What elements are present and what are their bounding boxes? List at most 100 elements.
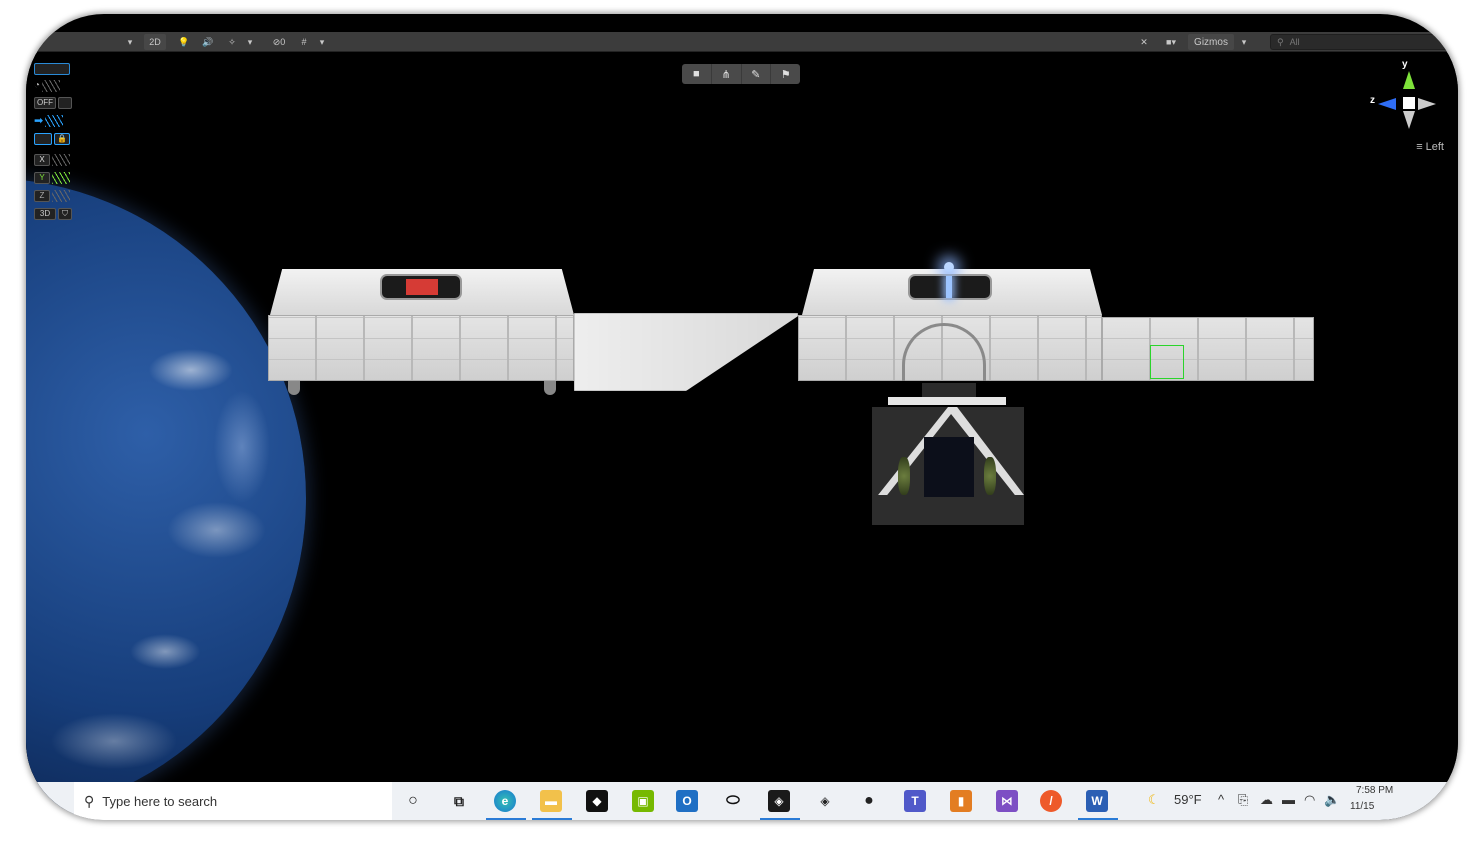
camera-icon[interactable]: ■▾ [1160, 34, 1182, 50]
unity-active-indicator [760, 818, 800, 820]
overlay-toolbar: ■ ⋔ ✎ ⚑ [682, 64, 800, 84]
axis-z-toggle[interactable]: Z [34, 189, 50, 202]
battery-icon[interactable]: ▬ [1282, 792, 1295, 807]
chevron-up-icon[interactable]: ^ [1218, 792, 1224, 807]
panel-top-toggle[interactable] [34, 62, 70, 75]
gizmo-neg-z-cone[interactable] [1418, 98, 1436, 110]
oculus-icon[interactable]: ⬭ [722, 790, 744, 812]
gizmo-z-cone[interactable] [1378, 98, 1396, 110]
lower-deck [888, 397, 1006, 405]
eye-slash-icon: ⊘ [272, 36, 281, 47]
off-switch[interactable] [58, 96, 72, 109]
gizmos-dropdown-icon[interactable]: ▾ [1238, 34, 1250, 50]
app-red-icon[interactable]: / [1040, 790, 1062, 812]
search-icon: ⚲ [1277, 36, 1284, 47]
shield-icon[interactable]: ⛉ [58, 207, 72, 220]
task-view-icon[interactable]: ⧉ [448, 790, 470, 812]
tools-icon[interactable]: ✕ [1136, 34, 1152, 50]
hatch-z-icon [52, 189, 70, 202]
edge-active-indicator [486, 818, 526, 820]
lower-door[interactable] [924, 437, 974, 497]
windows-taskbar: ⚲ Type here to search ○ ⧉ e ▬ ◆ ▣ O ⬭ ◈ … [26, 782, 1458, 820]
outlook-icon[interactable]: O [676, 790, 698, 812]
weather-text[interactable]: 59°F [1174, 792, 1202, 807]
gizmo-center-cube[interactable] [1403, 97, 1415, 109]
visual-studio-icon[interactable]: ⋈ [996, 790, 1018, 812]
module-left-body [268, 315, 574, 381]
beacon-light [944, 262, 954, 272]
taskbar-search-input[interactable]: ⚲ Type here to search [74, 782, 392, 820]
lock-icon[interactable]: 🔒 [54, 132, 70, 145]
grid-dropdown-icon[interactable]: ▾ [316, 34, 328, 50]
blue-light [946, 276, 952, 298]
flag-icon[interactable]: ⚑ [771, 64, 800, 84]
app-icon[interactable]: ◆ [586, 790, 608, 812]
cortana-icon[interactable]: ○ [402, 790, 424, 812]
nodes-icon[interactable]: ⋔ [712, 64, 742, 84]
menu-icon: ≡ [1416, 141, 1423, 153]
scene-search-input[interactable]: ⚲ All [1270, 34, 1450, 50]
axis-x-toggle[interactable]: X [34, 153, 50, 166]
hidden-count: 0 [280, 37, 286, 47]
unity-icon[interactable]: ◈ [768, 790, 790, 812]
word-active-indicator [1078, 818, 1118, 820]
app-orange-icon[interactable]: ▮ [950, 790, 972, 812]
file-explorer-icon[interactable]: ▬ [540, 790, 562, 812]
scene-search-placeholder: All [1289, 37, 1300, 47]
brush-icon[interactable]: ✎ [742, 64, 772, 84]
cube-icon[interactable]: ■ [682, 64, 712, 84]
gizmo-y-label: y [1402, 59, 1408, 70]
gizmo-y-cone[interactable] [1403, 71, 1415, 89]
hatch-y-icon [52, 171, 70, 184]
word-icon[interactable]: W [1086, 790, 1108, 812]
hidden-objects-toggle[interactable]: ⊘ 0 [264, 34, 294, 50]
grid-icon[interactable]: # [296, 34, 312, 50]
axis-y-toggle[interactable]: Y [34, 171, 50, 184]
gizmo-z-label: z [1370, 95, 1375, 106]
meet-icon[interactable]: ⎘ [1238, 792, 1248, 808]
alienware-icon[interactable]: ● [858, 790, 880, 812]
module-left-leg [544, 381, 556, 395]
module-right-window [908, 274, 992, 300]
plant-left [898, 457, 910, 495]
off-toggle[interactable]: OFF [34, 96, 56, 109]
orientation-gizmo[interactable]: y z [1370, 59, 1436, 143]
effects-dropdown-icon[interactable]: ▾ [244, 34, 256, 50]
wifi-icon[interactable]: ◠ [1304, 792, 1315, 808]
view-label-text: Left [1425, 141, 1444, 153]
module-extension [1102, 317, 1314, 381]
edge-icon[interactable]: e [494, 790, 516, 812]
volume-icon[interactable]: 🔈 [1324, 792, 1340, 808]
effects-icon[interactable]: ✧ [224, 34, 240, 50]
selection-outline[interactable] [1150, 345, 1184, 379]
mode-2d-toggle[interactable]: 2D [144, 34, 166, 50]
clock-time[interactable]: 7:58 PM [1356, 785, 1393, 796]
shading-dropdown-icon[interactable]: ▾ [124, 34, 136, 50]
lower-connector [922, 383, 976, 397]
earth-planet [26, 178, 306, 818]
red-light [406, 279, 438, 295]
module-left-window [380, 274, 462, 300]
audio-icon[interactable]: 🔊 [200, 34, 216, 50]
clock-date[interactable]: 11/15 [1350, 801, 1374, 812]
station-corridor[interactable] [574, 313, 798, 391]
gizmo-neg-y-cone[interactable] [1403, 111, 1415, 129]
gizmos-button[interactable]: Gizmos [1188, 34, 1234, 50]
teams-icon[interactable]: T [904, 790, 926, 812]
lighting-icon[interactable]: 💡 [176, 34, 192, 50]
hatch-x-icon [52, 153, 70, 166]
cloud-icon[interactable]: ☁ [1260, 792, 1273, 808]
nvidia-icon[interactable]: ▣ [632, 790, 654, 812]
scene-view[interactable]: ■ ⋔ ✎ ⚑ ◔ OFF ➡ 🔒 X Y Z 3D ⛉ y z ≡ Left [26, 53, 1458, 818]
view-label[interactable]: ≡ Left [1416, 141, 1444, 153]
module-left-leg [288, 381, 300, 395]
hatch-icon [42, 79, 61, 92]
app-window: ▾ 2D 💡 🔊 ✧ ▾ ⊘ 0 # ▾ ✕ ■▾ Gizmos ▾ ⚲ All … [26, 14, 1458, 820]
hatch-blue-icon [45, 114, 64, 127]
unity-hub-icon[interactable]: ◈ [814, 790, 836, 812]
snap-toggle[interactable] [34, 132, 52, 145]
arrow-right-icon[interactable]: ➡ [34, 114, 43, 127]
view-icon[interactable]: ◔ [34, 80, 40, 91]
mode-3d-toggle[interactable]: 3D [34, 207, 56, 220]
weather-moon-icon: ☾ [1148, 792, 1160, 807]
